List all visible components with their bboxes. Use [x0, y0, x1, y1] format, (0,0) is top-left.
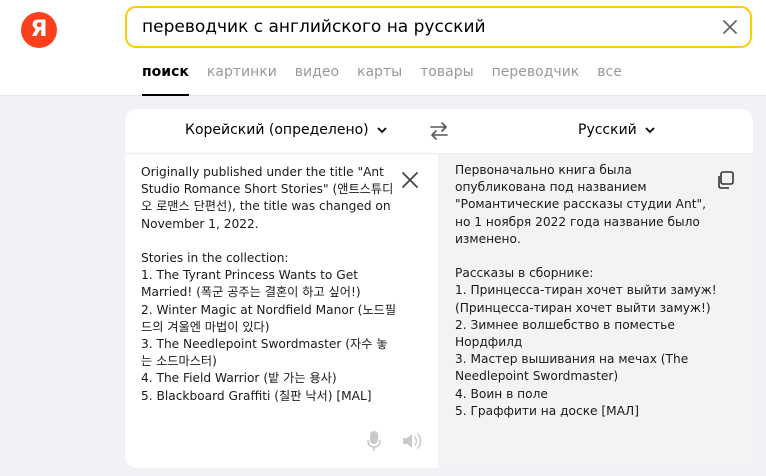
search-box[interactable]: переводчик с английского на русский [125, 6, 752, 48]
chevron-down-icon [377, 126, 387, 133]
tab-images[interactable]: картинки [207, 62, 277, 96]
clear-text-icon[interactable] [401, 171, 419, 189]
language-bar: Корейский (определено) Русский [125, 109, 753, 154]
tab-translator[interactable]: переводчик [492, 62, 580, 96]
target-language-select[interactable]: Русский [578, 122, 655, 138]
target-language-label: Русский [578, 122, 637, 138]
tab-maps[interactable]: карты [357, 62, 402, 96]
tab-video[interactable]: видео [295, 62, 339, 96]
clear-search-icon[interactable] [720, 17, 740, 37]
chevron-down-icon [645, 126, 655, 133]
source-language-label: Корейский (определено) [185, 122, 369, 138]
tab-all[interactable]: все [597, 62, 622, 96]
source-pane: Originally published under the title "An… [125, 154, 438, 468]
swap-languages-icon[interactable] [428, 121, 450, 141]
search-tabs: поиск картинки видео карты товары перево… [142, 62, 640, 96]
yandex-logo[interactable]: Я [21, 12, 57, 48]
tab-products[interactable]: товары [420, 62, 474, 96]
translation-text: Первоначально книга была опубликована по… [455, 163, 717, 418]
source-text-input[interactable]: Originally published under the title "An… [141, 164, 397, 405]
microphone-icon[interactable] [367, 430, 381, 452]
tab-search[interactable]: поиск [142, 62, 189, 96]
translator-widget: Корейский (определено) Русский Originall… [125, 109, 753, 468]
search-input[interactable]: переводчик с английского на русский [142, 8, 486, 46]
translation-pane: Первоначально книга была опубликована по… [438, 154, 753, 468]
speaker-icon[interactable] [401, 432, 425, 450]
source-language-select[interactable]: Корейский (определено) [185, 122, 387, 138]
copy-icon[interactable] [716, 171, 734, 189]
header: Я переводчик с английского на русский по… [0, 0, 766, 96]
